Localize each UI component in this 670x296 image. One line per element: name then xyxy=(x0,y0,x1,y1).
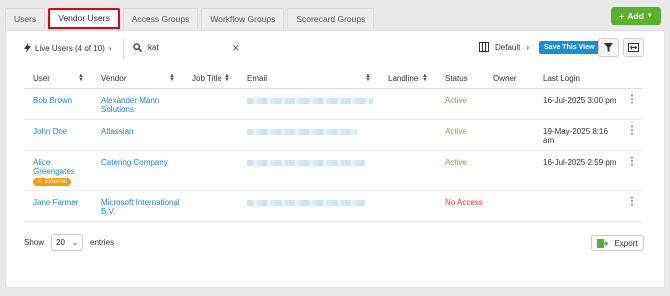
export-button[interactable]: Export xyxy=(591,235,644,251)
add-button-label: Add xyxy=(627,11,644,21)
email-redacted xyxy=(247,97,373,104)
user-icon: ☺ xyxy=(37,178,45,185)
chevron-right-icon: › xyxy=(526,42,530,52)
table-row: Jane Farmer Microsoft International B.V.… xyxy=(24,190,642,222)
sort-icon[interactable]: ▲ ▼ xyxy=(78,73,84,83)
view-label: Default xyxy=(495,42,521,52)
vendor-users-panel: Live Users (4 of 10) › kat ✕ Default › S… xyxy=(5,30,665,288)
email-redacted xyxy=(247,199,365,206)
toolbar: Live Users (4 of 10) › kat ✕ Default › S… xyxy=(6,31,664,65)
sort-icon[interactable]: ▲ ▼ xyxy=(365,73,371,83)
status-cell: Active xyxy=(436,119,484,151)
user-link[interactable]: John Doe xyxy=(33,127,67,136)
last-login-cell: 16-Jul-2025 2:59 pm xyxy=(534,150,618,191)
column-header-landline[interactable]: Landline ▲ ▼ xyxy=(379,69,436,89)
filter-icon xyxy=(604,43,613,52)
landline-cell xyxy=(379,150,436,191)
vendor-users-table: User ▲ ▼ Vendor ▲ ▼ Job Title ▲ ▼ Email ▲ ▼ Land… xyxy=(24,69,642,222)
email-redacted xyxy=(247,159,365,166)
page-size-select[interactable]: 20 ⌄ xyxy=(51,234,84,251)
tab-users[interactable]: Users xyxy=(5,8,46,29)
export-excel-icon xyxy=(597,238,609,248)
lightning-icon xyxy=(24,43,31,53)
tab-bar: Users Vendor Users Access Groups Workflo… xyxy=(5,8,377,30)
columns-icon xyxy=(479,42,489,52)
sort-icon[interactable]: ▲ ▼ xyxy=(224,73,230,83)
external-badge: ☺ External xyxy=(33,177,71,186)
export-label: Export xyxy=(614,238,638,248)
caret-down-icon: ▼ xyxy=(646,13,653,19)
vendor-link[interactable]: Catering Company xyxy=(101,158,168,167)
status-cell: No Access xyxy=(436,190,484,222)
tab-workflow-groups[interactable]: Workflow Groups xyxy=(201,8,285,29)
save-view-button[interactable]: Save This View xyxy=(539,41,600,54)
search-value: kat xyxy=(148,43,159,52)
more-options-icon[interactable]: ⋮ xyxy=(618,88,642,120)
job-title-cell xyxy=(183,88,238,120)
status-cell: Active xyxy=(436,88,484,120)
live-users-filter[interactable]: Live Users (4 of 10) › xyxy=(24,43,111,53)
landline-cell xyxy=(379,119,436,151)
page-size-control: Show 20 ⌄ entries xyxy=(24,234,114,251)
owner-cell xyxy=(484,190,534,222)
plus-icon: + xyxy=(619,11,625,21)
vendor-link[interactable]: Alexander Mann Solutions xyxy=(101,96,159,114)
sort-icon[interactable]: ▲ ▼ xyxy=(169,73,175,83)
landline-cell xyxy=(379,190,436,222)
column-header-email[interactable]: Email ▲ ▼ xyxy=(238,69,379,89)
chevron-right-icon: › xyxy=(108,43,112,53)
tab-access-groups[interactable]: Access Groups xyxy=(122,8,199,29)
job-title-cell xyxy=(183,119,238,151)
job-title-cell xyxy=(183,150,238,191)
column-header-user[interactable]: User ▲ ▼ xyxy=(24,69,92,89)
toolbar-divider xyxy=(123,39,124,59)
search-input[interactable]: kat xyxy=(133,43,159,52)
live-users-label: Live Users (4 of 10) xyxy=(35,43,105,53)
view-selector[interactable]: Default › xyxy=(479,42,529,52)
status-cell: Active xyxy=(436,150,484,191)
show-label: Show xyxy=(24,238,45,247)
column-header-status[interactable]: Status xyxy=(436,69,484,89)
user-link[interactable]: Alice Greengates xyxy=(33,158,75,176)
owner-cell xyxy=(484,88,534,120)
owner-cell xyxy=(484,119,534,151)
landline-cell xyxy=(379,88,436,120)
more-options-icon[interactable]: ⋮ xyxy=(618,119,642,151)
email-redacted xyxy=(247,128,357,135)
table-row: Bob Brown Alexander Mann Solutions Activ… xyxy=(24,88,642,120)
table-header-row: User ▲ ▼ Vendor ▲ ▼ Job Title ▲ ▼ Email ▲ ▼ Land… xyxy=(24,69,642,89)
page-size-value: 20 xyxy=(56,238,65,247)
entries-label: entries xyxy=(90,238,115,247)
column-header-owner[interactable]: Owner xyxy=(484,69,534,89)
column-header-vendor[interactable]: Vendor ▲ ▼ xyxy=(92,69,183,89)
sort-icon[interactable]: ▲ ▼ xyxy=(422,73,428,83)
more-options-icon[interactable]: ⋮ xyxy=(618,150,642,191)
chevron-down-icon: ⌄ xyxy=(72,239,79,247)
last-login-cell xyxy=(534,190,618,222)
search-icon xyxy=(133,43,142,52)
expand-width-button[interactable] xyxy=(623,38,644,57)
filter-button[interactable] xyxy=(598,38,619,57)
job-title-cell xyxy=(183,190,238,222)
last-login-cell: 16-Jul-2025 3:00 pm xyxy=(534,88,618,120)
user-link[interactable]: Bob Brown xyxy=(33,96,72,105)
owner-cell xyxy=(484,150,534,191)
column-header-actions xyxy=(618,69,642,89)
column-header-last-login[interactable]: Last Login xyxy=(534,69,618,89)
table-row: John Doe Atlassian Active 19-May-2025 8:… xyxy=(24,119,642,151)
tab-vendor-users[interactable]: Vendor Users xyxy=(48,8,120,29)
tab-scorecard-groups[interactable]: Scorecard Groups xyxy=(287,8,375,29)
vendor-link[interactable]: Microsoft International B.V. xyxy=(101,198,180,216)
clear-search-icon[interactable]: ✕ xyxy=(232,43,240,54)
expand-horizontal-icon xyxy=(628,43,639,52)
user-link[interactable]: Jane Farmer xyxy=(33,198,78,207)
vendor-link[interactable]: Atlassian xyxy=(101,127,133,136)
more-options-icon[interactable]: ⋮ xyxy=(618,190,642,222)
add-button[interactable]: + Add ▼ xyxy=(611,7,661,25)
column-header-job-title[interactable]: Job Title ▲ ▼ xyxy=(183,69,238,89)
last-login-cell: 19-May-2025 8:16 am xyxy=(534,119,618,151)
table-row: Alice Greengates ☺ External Catering Com… xyxy=(24,150,642,191)
